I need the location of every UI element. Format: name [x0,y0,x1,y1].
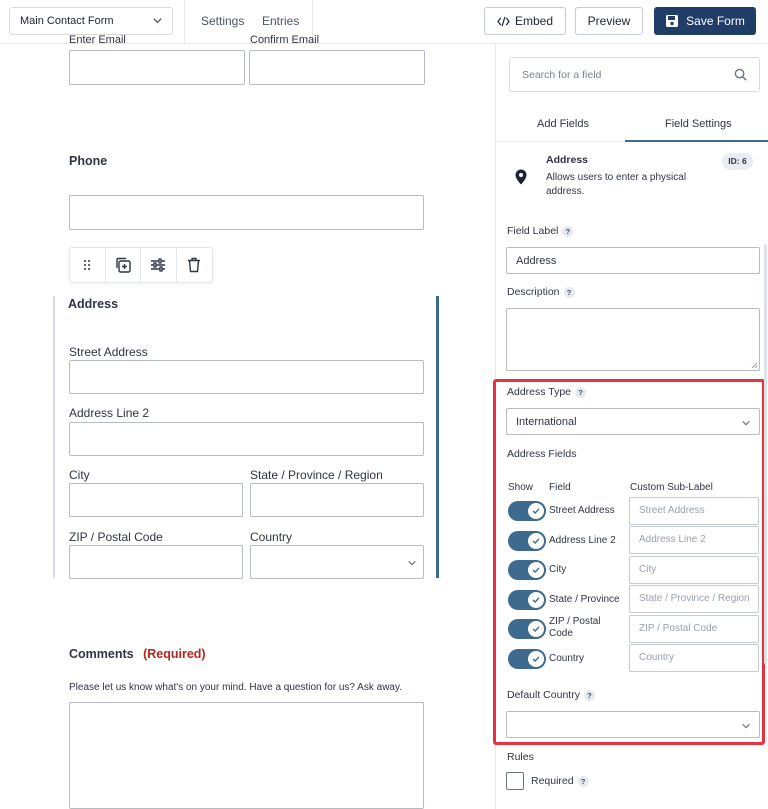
field-type-description: Allows users to enter a physical address… [546,172,687,197]
comments-description: Please let us know what's on your mind. … [69,682,403,693]
selection-indicator-left [53,296,55,578]
description-label-text: Description [507,286,560,298]
help-icon[interactable]: ? [577,775,589,787]
drag-handle-icon [84,260,91,270]
address-line2-field[interactable] [69,422,424,456]
tab-add-fields[interactable]: Add Fields [537,118,589,130]
address-heading: Address [68,297,119,311]
rules-heading: Rules [507,751,534,763]
field-label-heading: Field Label? [507,225,574,237]
comments-label: Comments (Required) [69,647,206,661]
confirm-email-field[interactable] [249,50,425,85]
help-icon[interactable]: ? [563,286,575,298]
delete-field-button[interactable] [177,248,212,282]
chevron-down-icon [408,560,416,566]
duplicate-icon [116,257,131,273]
search-input[interactable]: Search for a field [522,69,601,81]
street-address-field[interactable] [69,360,424,394]
label-mask [0,0,495,44]
comments-label-text: Comments [69,647,134,661]
field-toolbar [69,247,213,283]
country-label: Country [250,530,293,544]
description-textarea[interactable] [506,308,760,371]
state-label: State / Province / Region [250,468,383,482]
zip-field[interactable] [69,545,243,579]
description-heading: Description? [507,286,575,298]
selection-indicator-right [436,296,439,578]
active-tab-indicator [625,140,768,142]
required-indicator: (Required) [143,647,206,661]
city-label: City [69,468,90,482]
street-address-label: Street Address [69,345,148,359]
address-line2-label: Address Line 2 [69,406,150,420]
embed-button[interactable]: Embed [484,7,566,35]
field-label-input[interactable]: Address [506,247,760,274]
country-select[interactable] [250,545,424,579]
field-search[interactable]: Search for a field [509,57,760,92]
required-checkbox[interactable] [506,772,524,790]
field-label-text: Field Label [507,225,559,237]
tab-field-settings[interactable]: Field Settings [665,118,732,130]
field-settings-button[interactable] [141,248,177,282]
field-type-title: Address [546,154,589,166]
embed-label: Embed [514,14,554,28]
duplicate-button[interactable] [106,248,141,282]
code-icon [497,16,510,26]
highlight-annotation [493,379,765,745]
field-label-value: Address [516,255,557,267]
city-field[interactable] [69,483,243,517]
phone-field[interactable] [69,195,424,230]
trash-icon [188,257,201,273]
save-icon [666,15,679,27]
panel-scrollbar[interactable] [764,244,767,664]
comments-field[interactable] [69,702,424,809]
field-id-badge: ID: 6 [722,153,753,170]
search-icon [734,68,747,81]
preview-label: Preview [587,14,631,28]
save-label: Save Form [686,14,745,28]
state-field[interactable] [250,483,424,517]
drag-handle-button[interactable] [70,248,106,282]
help-icon[interactable]: ? [562,225,574,237]
required-option: Required? [531,775,589,787]
phone-label: Phone [69,154,108,168]
preview-button[interactable]: Preview [575,7,643,35]
save-form-button[interactable]: Save Form [654,7,756,35]
map-pin-icon [515,169,527,185]
settings-sliders-icon [151,258,166,272]
required-label-text: Required [531,775,574,787]
resize-handle-icon[interactable] [751,362,758,369]
zip-label: ZIP / Postal Code [69,530,163,544]
email-field[interactable] [69,50,245,85]
